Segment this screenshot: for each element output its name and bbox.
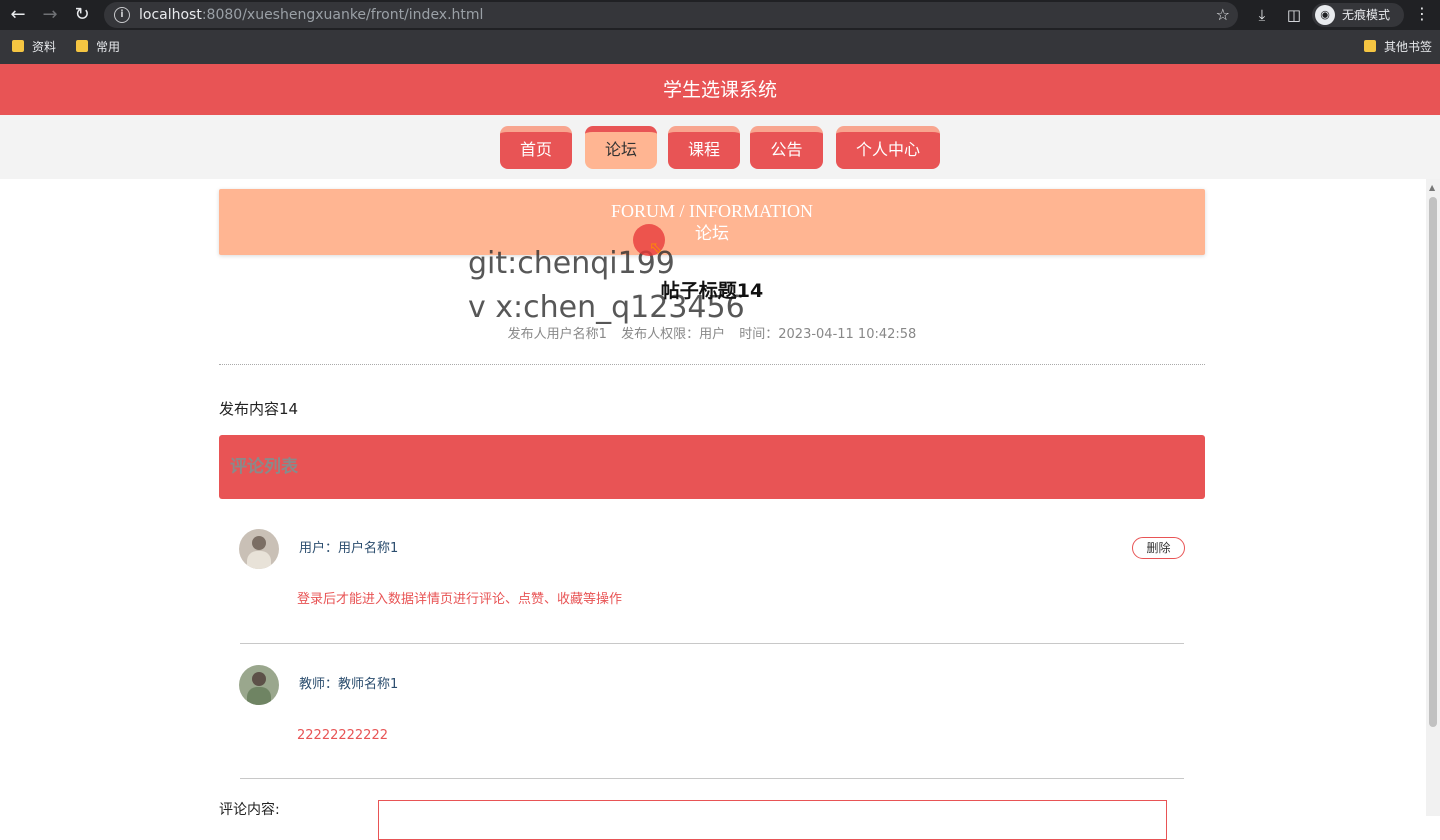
nav-forum[interactable]: 论坛 <box>585 126 657 169</box>
comment-item: 教师：教师名称1 22222222222 <box>239 665 1185 765</box>
download-icon[interactable]: ⤓ <box>1252 4 1272 26</box>
section-banner: FORUM / INFORMATION 论坛 <box>219 189 1205 255</box>
page-scrollbar[interactable]: ▲ <box>1426 179 1440 816</box>
url-path: :8080/xueshengxuanke/front/index.html <box>201 7 484 23</box>
side-panel-icon[interactable]: ◫ <box>1284 4 1304 26</box>
bookmark-label: 资料 <box>32 40 57 54</box>
nav-profile[interactable]: 个人中心 <box>836 126 940 169</box>
reload-icon[interactable]: ↻ <box>70 4 94 26</box>
address-bar[interactable]: i localhost:8080/xueshengxuanke/front/in… <box>104 2 1238 28</box>
folder-icon <box>1364 40 1376 52</box>
url-text: localhost:8080/xueshengxuanke/front/inde… <box>139 6 483 24</box>
comment-text: 登录后才能进入数据详情页进行评论、点赞、收藏等操作 <box>297 592 623 607</box>
comment-input[interactable] <box>378 800 1167 840</box>
comment-author: 教师：教师名称1 <box>299 677 399 692</box>
comment-list-title: 评论列表 <box>230 457 298 477</box>
scroll-up-icon[interactable]: ▲ <box>1429 183 1435 192</box>
avatar <box>239 665 279 705</box>
post-publisher: 发布人用户名称1 <box>507 327 607 342</box>
bookmark-folder-other[interactable]: 其他书签 <box>1364 38 1432 56</box>
post-content: 发布内容14 <box>219 400 299 418</box>
url-host: localhost <box>139 7 202 23</box>
bookmark-folder-changyong[interactable]: 常用 <box>76 38 120 56</box>
scroll-thumb[interactable] <box>1429 197 1437 727</box>
comment-item: 用户：用户名称1 删除 登录后才能进入数据详情页进行评论、点赞、收藏等操作 <box>239 529 1185 629</box>
post-role: 发布人权限：用户 <box>621 327 726 342</box>
folder-icon <box>76 40 88 52</box>
post-meta: 发布人用户名称1 发布人权限：用户 时间：2023-04-11 10:42:58 <box>0 326 1424 344</box>
comment-author: 用户：用户名称1 <box>299 541 399 556</box>
avatar <box>239 529 279 569</box>
comment-divider <box>240 643 1184 644</box>
delete-comment-button[interactable]: 删除 <box>1132 537 1185 559</box>
incognito-badge[interactable]: ◉ 无痕模式 <box>1312 3 1404 27</box>
comment-input-label: 评论内容: <box>219 802 280 818</box>
bookmark-label: 常用 <box>96 40 121 54</box>
cursor-icon: ⬁ <box>649 238 663 257</box>
bookmark-label: 其他书签 <box>1384 40 1433 54</box>
post-title: 帖子标题14 <box>660 280 764 302</box>
site-header: 学生选课系统 <box>0 64 1440 115</box>
post-time: 时间：2023-04-11 10:42:58 <box>739 327 917 342</box>
incognito-icon: ◉ <box>1315 5 1335 25</box>
browser-toolbar: ← → ↻ i localhost:8080/xueshengxuanke/fr… <box>0 0 1440 30</box>
incognito-label: 无痕模式 <box>1342 8 1391 22</box>
comment-text: 22222222222 <box>297 728 388 743</box>
folder-icon <box>12 40 24 52</box>
comment-list-header: 评论列表 <box>219 435 1205 499</box>
nav-home[interactable]: 首页 <box>500 126 572 169</box>
bookmark-star-icon[interactable]: ☆ <box>1216 5 1230 24</box>
main-nav: 首页 论坛 课程 公告 个人中心 <box>0 115 1440 179</box>
site-title: 学生选课系统 <box>662 79 777 101</box>
forward-icon[interactable]: → <box>38 4 62 26</box>
nav-announcements[interactable]: 公告 <box>750 126 823 169</box>
bookmark-folder-ziliao[interactable]: 资料 <box>12 38 56 56</box>
back-icon[interactable]: ← <box>6 4 30 26</box>
browser-menu-icon[interactable]: ⋮ <box>1414 4 1430 23</box>
comment-divider <box>240 778 1184 779</box>
post-divider <box>219 364 1205 365</box>
banner-title-en: FORUM / INFORMATION <box>610 201 814 221</box>
site-info-icon[interactable]: i <box>114 7 130 23</box>
nav-courses[interactable]: 课程 <box>668 126 740 169</box>
bookmarks-bar: 资料 常用 其他书签 <box>0 30 1440 64</box>
banner-title-cn: 论坛 <box>695 224 729 244</box>
